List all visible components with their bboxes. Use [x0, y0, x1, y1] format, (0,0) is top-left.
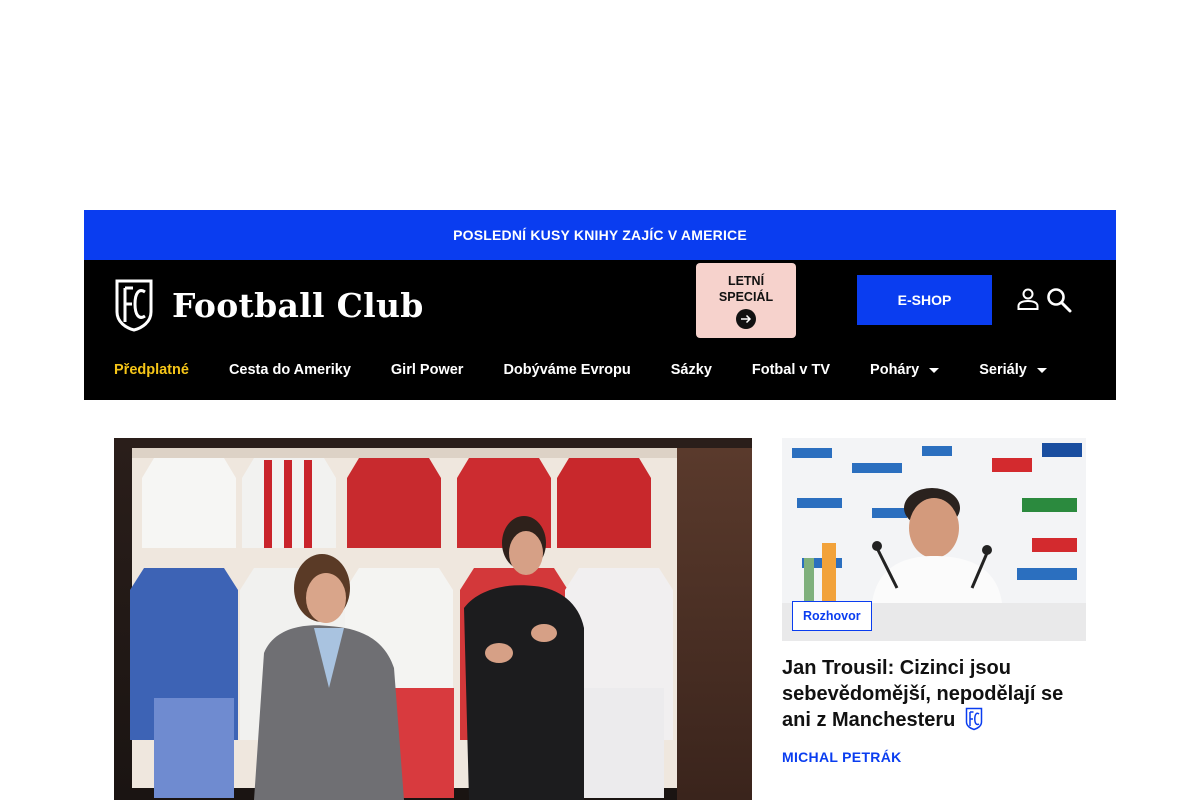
- nav-item-serialy[interactable]: Seriály: [979, 362, 1047, 378]
- nav-item-cesta-do-ameriky[interactable]: Cesta do Ameriky: [229, 362, 351, 378]
- nav-label: Předplatné: [114, 362, 189, 378]
- hero-article-image[interactable]: [114, 438, 752, 800]
- side-article-title[interactable]: Jan Trousil: Cizinci jsou sebevědomější,…: [782, 655, 1082, 733]
- nav-item-fotbal-v-tv[interactable]: Fotbal v TV: [752, 362, 830, 378]
- nav-item-girl-power[interactable]: Girl Power: [391, 362, 464, 378]
- nav-label: Sázky: [670, 362, 712, 378]
- caret-down-icon: [929, 367, 940, 373]
- eshop-button[interactable]: E-SHOP: [857, 275, 992, 325]
- site-logo[interactable]: Football Club: [114, 278, 424, 332]
- tag-label: Rozhovor: [803, 609, 861, 623]
- nav-label: Fotbal v TV: [751, 362, 831, 378]
- search-icon[interactable]: [1046, 287, 1072, 313]
- logo-text: Football Club: [172, 285, 424, 325]
- special-label: LETNÍ SPECIÁL: [718, 273, 774, 304]
- summer-special-button[interactable]: LETNÍ SPECIÁL: [696, 263, 796, 338]
- nav-item-dobyvame-evropu[interactable]: Dobýváme Evropu: [503, 362, 630, 378]
- promo-banner[interactable]: POSLEDNÍ KUSY KNIHY ZAJÍC V AMERICE: [84, 210, 1116, 260]
- main-nav: Předplatné Cesta do Ameriky Girl Power D…: [114, 355, 1087, 385]
- site-header: Football Club LETNÍ SPECIÁL E-SHOP Předp…: [84, 260, 1116, 400]
- arrow-right-icon: [736, 308, 756, 329]
- user-icon[interactable]: [1016, 287, 1040, 311]
- premium-fc-icon: [965, 707, 983, 731]
- nav-label: Seriály: [979, 362, 1027, 378]
- nav-label: Girl Power: [390, 362, 464, 378]
- nav-item-pohary[interactable]: Poháry: [870, 362, 940, 378]
- nav-item-sazky[interactable]: Sázky: [671, 362, 712, 378]
- fc-logo-icon: [115, 279, 153, 332]
- hero-photo: [114, 438, 752, 800]
- nav-label: Cesta do Ameriky: [228, 362, 351, 378]
- nav-item-predplatne[interactable]: Předplatné: [114, 362, 189, 378]
- article-author[interactable]: MICHAL PETRÁK: [782, 749, 902, 765]
- article-category-tag[interactable]: Rozhovor: [792, 601, 872, 631]
- author-name: MICHAL PETRÁK: [782, 749, 902, 765]
- promo-text: POSLEDNÍ KUSY KNIHY ZAJÍC V AMERICE: [453, 227, 747, 243]
- nav-label: Dobýváme Evropu: [503, 362, 631, 378]
- side-article-title-text: Jan Trousil: Cizinci jsou sebevědomější,…: [782, 657, 1064, 731]
- ad-space: [0, 0, 1200, 210]
- nav-label: Poháry: [870, 362, 920, 378]
- eshop-label: E-SHOP: [897, 292, 952, 308]
- caret-down-icon: [1036, 367, 1047, 373]
